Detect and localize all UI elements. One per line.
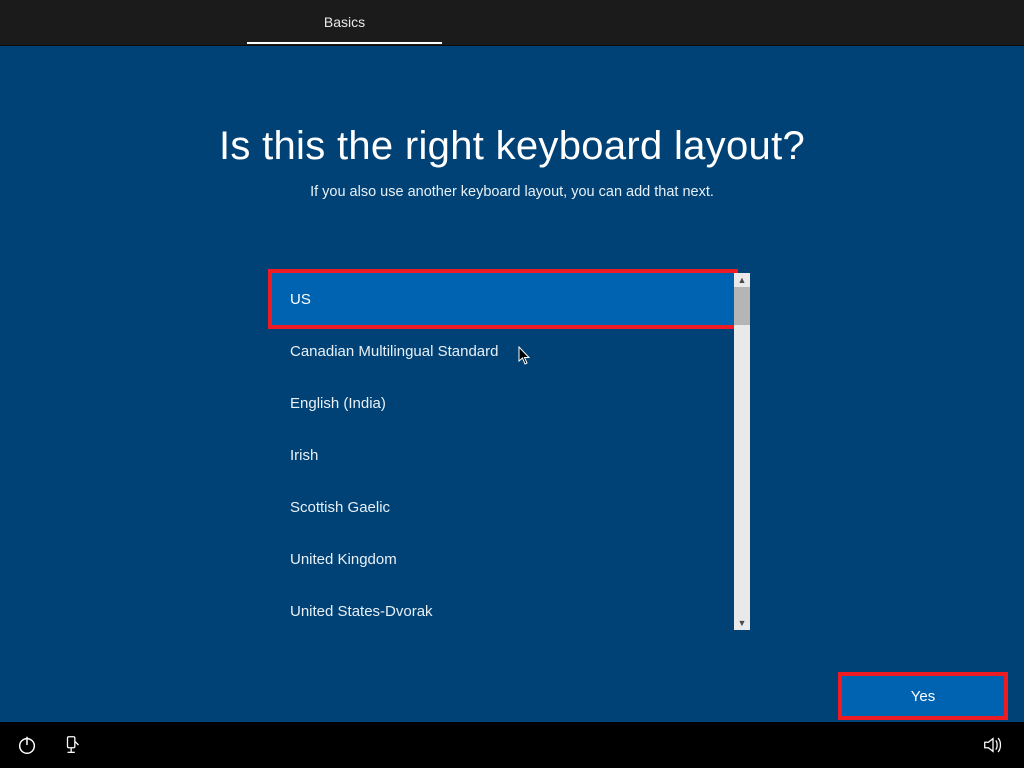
list-item[interactable]: United Kingdom: [272, 533, 734, 585]
scroll-down-icon[interactable]: ▼: [734, 616, 750, 630]
page-subtitle: If you also use another keyboard layout,…: [0, 184, 1024, 200]
list-item[interactable]: English (India): [272, 377, 734, 429]
main-panel: Is this the right keyboard layout? If yo…: [0, 46, 1024, 722]
power-icon[interactable]: [16, 734, 38, 756]
scrollbar[interactable]: ▲ ▼: [734, 273, 750, 630]
list-item[interactable]: Scottish Gaelic: [272, 481, 734, 533]
bottom-bar: [0, 722, 1024, 768]
tab-basics[interactable]: Basics: [247, 0, 442, 44]
top-bar: Basics: [0, 0, 1024, 46]
yes-button[interactable]: Yes: [842, 676, 1004, 716]
scroll-up-icon[interactable]: ▲: [734, 273, 750, 287]
list-item[interactable]: Irish: [272, 429, 734, 481]
list-item[interactable]: United States-Dvorak: [272, 585, 734, 637]
keyboard-layout-list: US Canadian Multilingual Standard Englis…: [272, 273, 750, 630]
accessibility-icon[interactable]: [62, 734, 84, 756]
list-item-selected[interactable]: US: [272, 273, 734, 325]
scroll-thumb[interactable]: [734, 287, 750, 325]
volume-icon[interactable]: [982, 734, 1004, 756]
yes-button-wrap: Yes: [838, 672, 1008, 720]
page-title: Is this the right keyboard layout?: [0, 124, 1024, 169]
list-item[interactable]: Canadian Multilingual Standard: [272, 325, 734, 377]
